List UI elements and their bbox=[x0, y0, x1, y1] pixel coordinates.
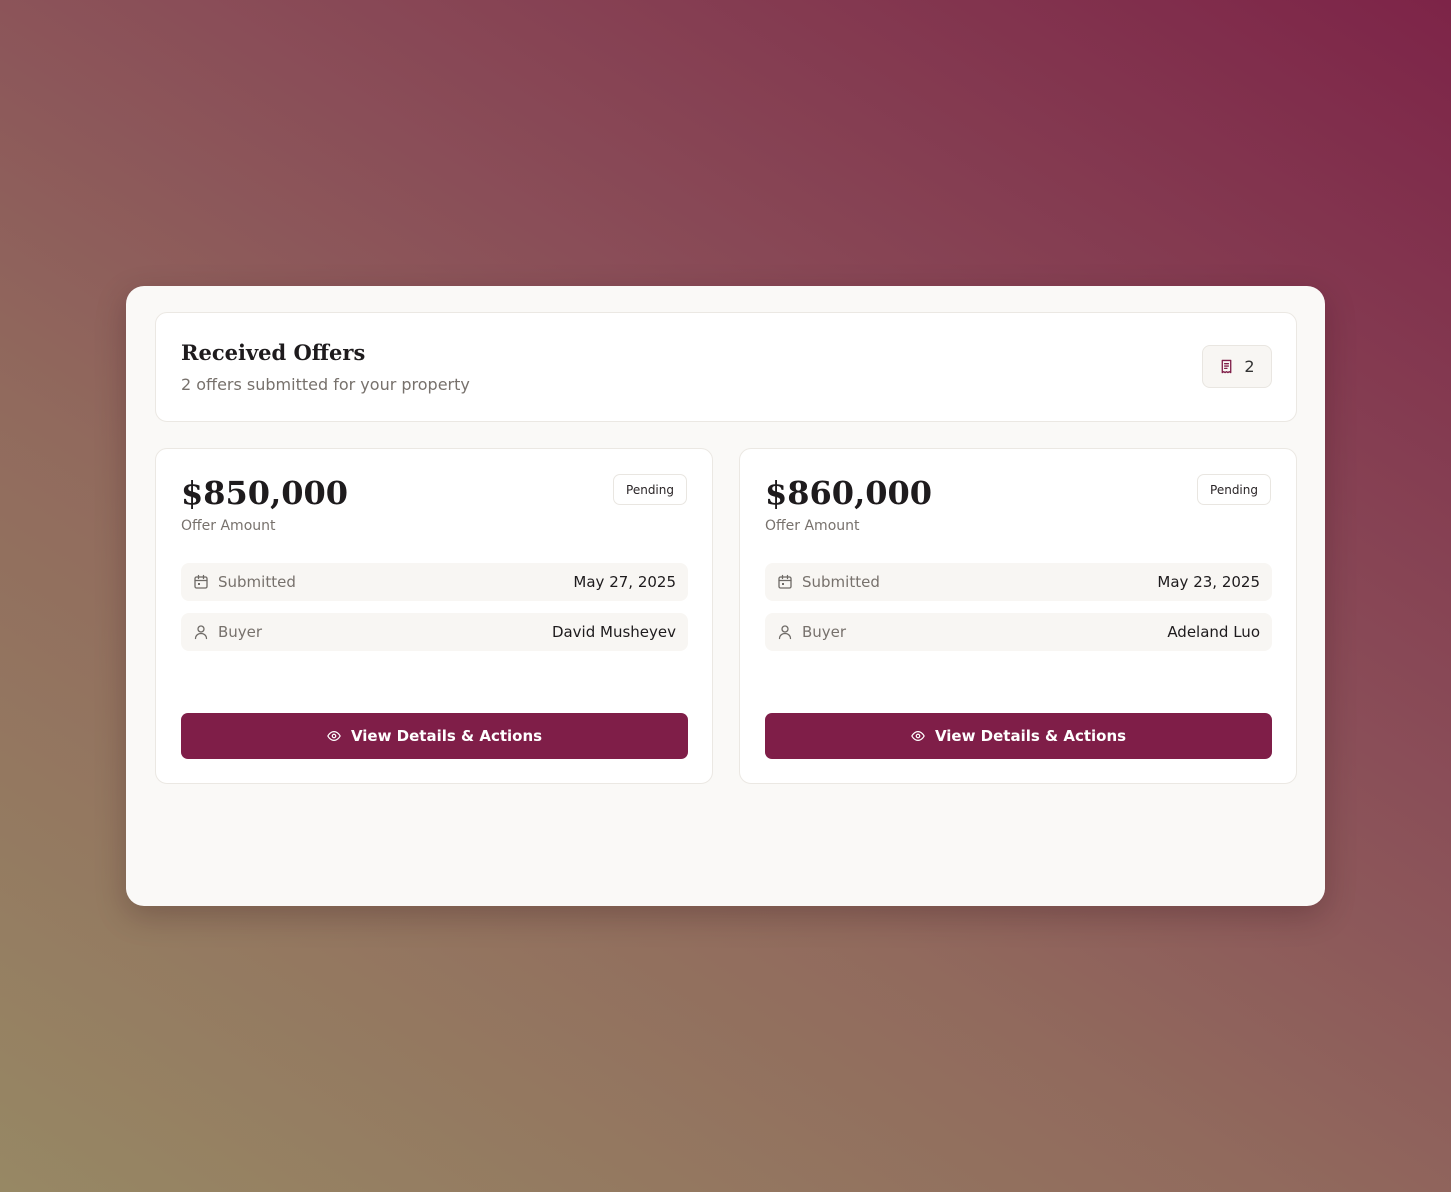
submitted-row: Submitted May 23, 2025 bbox=[765, 563, 1272, 601]
offer-count-badge: 2 bbox=[1202, 345, 1272, 388]
calendar-icon bbox=[193, 574, 209, 590]
eye-icon bbox=[327, 729, 341, 743]
submitted-row: Submitted May 27, 2025 bbox=[181, 563, 688, 601]
submitted-label: Submitted bbox=[802, 573, 880, 591]
offer-card: $860,000 Offer Amount Pending Submitted … bbox=[739, 448, 1297, 784]
user-icon bbox=[193, 624, 209, 640]
offer-amount-label: Offer Amount bbox=[181, 518, 276, 534]
offer-amount: $850,000 bbox=[181, 474, 348, 512]
submitted-date: May 27, 2025 bbox=[573, 573, 676, 591]
offers-panel: Received Offers 2 offers submitted for y… bbox=[126, 286, 1325, 906]
buyer-label: Buyer bbox=[218, 623, 263, 641]
buyer-name: Adeland Luo bbox=[1167, 623, 1260, 641]
user-icon bbox=[777, 624, 793, 640]
view-details-label: View Details & Actions bbox=[350, 727, 543, 745]
view-details-label: View Details & Actions bbox=[934, 727, 1127, 745]
offers-header: Received Offers 2 offers submitted for y… bbox=[155, 312, 1297, 422]
submitted-date: May 23, 2025 bbox=[1157, 573, 1260, 591]
page-subtitle: 2 offers submitted for your property bbox=[181, 375, 470, 394]
buyer-row: Buyer Adeland Luo bbox=[765, 613, 1272, 651]
page-title: Received Offers bbox=[181, 340, 366, 365]
offer-amount: $860,000 bbox=[765, 474, 932, 512]
receipt-icon bbox=[1219, 359, 1234, 374]
offer-count: 2 bbox=[1244, 357, 1255, 376]
buyer-name: David Musheyev bbox=[551, 623, 676, 641]
status-badge: Pending bbox=[1197, 474, 1271, 505]
buyer-row: Buyer David Musheyev bbox=[181, 613, 688, 651]
submitted-label: Submitted bbox=[218, 573, 296, 591]
offer-card: $850,000 Offer Amount Pending Submitted … bbox=[155, 448, 713, 784]
offer-amount-label: Offer Amount bbox=[765, 518, 860, 534]
view-details-button[interactable]: View Details & Actions bbox=[181, 713, 688, 759]
eye-icon bbox=[911, 729, 925, 743]
status-badge: Pending bbox=[613, 474, 687, 505]
buyer-label: Buyer bbox=[802, 623, 847, 641]
view-details-button[interactable]: View Details & Actions bbox=[765, 713, 1272, 759]
calendar-icon bbox=[777, 574, 793, 590]
